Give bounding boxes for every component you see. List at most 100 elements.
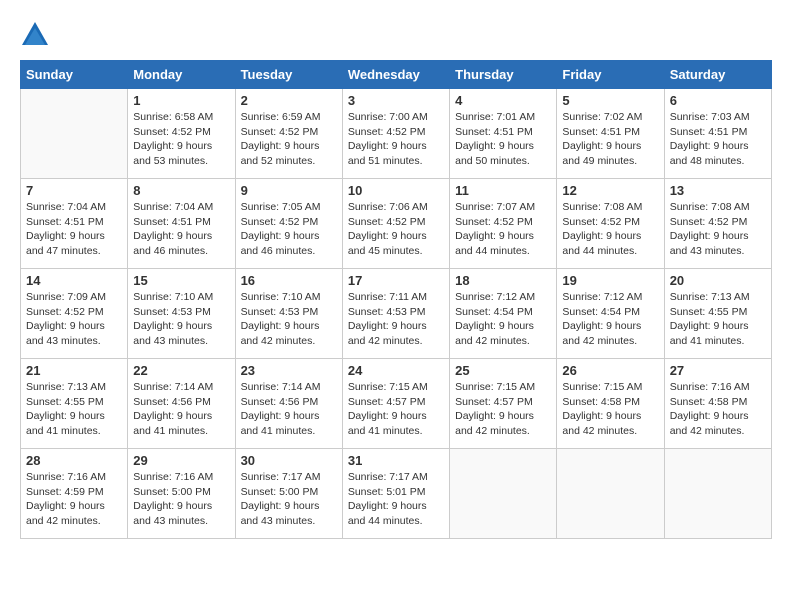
day-info: Sunrise: 7:16 AM Sunset: 5:00 PM Dayligh… [133, 470, 229, 529]
day-number: 16 [241, 273, 337, 288]
calendar-cell: 31 Sunrise: 7:17 AM Sunset: 5:01 PM Dayl… [342, 449, 449, 539]
calendar-cell: 24 Sunrise: 7:15 AM Sunset: 4:57 PM Dayl… [342, 359, 449, 449]
calendar-cell: 7 Sunrise: 7:04 AM Sunset: 4:51 PM Dayli… [21, 179, 128, 269]
day-info: Sunrise: 7:01 AM Sunset: 4:51 PM Dayligh… [455, 110, 551, 169]
page-header [20, 20, 772, 50]
calendar-cell: 17 Sunrise: 7:11 AM Sunset: 4:53 PM Dayl… [342, 269, 449, 359]
day-info: Sunrise: 7:15 AM Sunset: 4:57 PM Dayligh… [455, 380, 551, 439]
calendar-week-row: 7 Sunrise: 7:04 AM Sunset: 4:51 PM Dayli… [21, 179, 772, 269]
day-number: 15 [133, 273, 229, 288]
calendar-week-row: 1 Sunrise: 6:58 AM Sunset: 4:52 PM Dayli… [21, 89, 772, 179]
weekday-header: Monday [128, 61, 235, 89]
day-number: 23 [241, 363, 337, 378]
day-info: Sunrise: 7:05 AM Sunset: 4:52 PM Dayligh… [241, 200, 337, 259]
day-number: 20 [670, 273, 766, 288]
day-info: Sunrise: 7:12 AM Sunset: 4:54 PM Dayligh… [562, 290, 658, 349]
calendar-cell: 10 Sunrise: 7:06 AM Sunset: 4:52 PM Dayl… [342, 179, 449, 269]
calendar-cell: 18 Sunrise: 7:12 AM Sunset: 4:54 PM Dayl… [450, 269, 557, 359]
day-number: 9 [241, 183, 337, 198]
calendar-cell: 29 Sunrise: 7:16 AM Sunset: 5:00 PM Dayl… [128, 449, 235, 539]
day-info: Sunrise: 7:10 AM Sunset: 4:53 PM Dayligh… [241, 290, 337, 349]
calendar-week-row: 21 Sunrise: 7:13 AM Sunset: 4:55 PM Dayl… [21, 359, 772, 449]
weekday-header-row: SundayMondayTuesdayWednesdayThursdayFrid… [21, 61, 772, 89]
calendar-cell: 21 Sunrise: 7:13 AM Sunset: 4:55 PM Dayl… [21, 359, 128, 449]
day-info: Sunrise: 7:14 AM Sunset: 4:56 PM Dayligh… [133, 380, 229, 439]
day-number: 2 [241, 93, 337, 108]
calendar-cell: 4 Sunrise: 7:01 AM Sunset: 4:51 PM Dayli… [450, 89, 557, 179]
calendar-cell: 23 Sunrise: 7:14 AM Sunset: 4:56 PM Dayl… [235, 359, 342, 449]
day-number: 7 [26, 183, 122, 198]
day-number: 26 [562, 363, 658, 378]
day-number: 5 [562, 93, 658, 108]
day-number: 25 [455, 363, 551, 378]
calendar-cell: 15 Sunrise: 7:10 AM Sunset: 4:53 PM Dayl… [128, 269, 235, 359]
weekday-header: Saturday [664, 61, 771, 89]
day-number: 29 [133, 453, 229, 468]
calendar-cell [664, 449, 771, 539]
day-number: 8 [133, 183, 229, 198]
calendar-cell: 26 Sunrise: 7:15 AM Sunset: 4:58 PM Dayl… [557, 359, 664, 449]
calendar-cell: 12 Sunrise: 7:08 AM Sunset: 4:52 PM Dayl… [557, 179, 664, 269]
day-number: 6 [670, 93, 766, 108]
day-number: 31 [348, 453, 444, 468]
day-info: Sunrise: 7:06 AM Sunset: 4:52 PM Dayligh… [348, 200, 444, 259]
calendar-cell: 11 Sunrise: 7:07 AM Sunset: 4:52 PM Dayl… [450, 179, 557, 269]
day-info: Sunrise: 7:11 AM Sunset: 4:53 PM Dayligh… [348, 290, 444, 349]
day-number: 12 [562, 183, 658, 198]
day-info: Sunrise: 7:04 AM Sunset: 4:51 PM Dayligh… [133, 200, 229, 259]
day-info: Sunrise: 7:09 AM Sunset: 4:52 PM Dayligh… [26, 290, 122, 349]
day-info: Sunrise: 7:00 AM Sunset: 4:52 PM Dayligh… [348, 110, 444, 169]
day-info: Sunrise: 7:02 AM Sunset: 4:51 PM Dayligh… [562, 110, 658, 169]
day-info: Sunrise: 7:15 AM Sunset: 4:58 PM Dayligh… [562, 380, 658, 439]
day-number: 3 [348, 93, 444, 108]
day-info: Sunrise: 7:04 AM Sunset: 4:51 PM Dayligh… [26, 200, 122, 259]
day-number: 21 [26, 363, 122, 378]
day-number: 22 [133, 363, 229, 378]
day-info: Sunrise: 7:16 AM Sunset: 4:59 PM Dayligh… [26, 470, 122, 529]
day-info: Sunrise: 7:17 AM Sunset: 5:01 PM Dayligh… [348, 470, 444, 529]
weekday-header: Tuesday [235, 61, 342, 89]
day-number: 14 [26, 273, 122, 288]
logo-icon [20, 20, 50, 50]
day-info: Sunrise: 6:59 AM Sunset: 4:52 PM Dayligh… [241, 110, 337, 169]
day-info: Sunrise: 7:08 AM Sunset: 4:52 PM Dayligh… [670, 200, 766, 259]
calendar-cell: 8 Sunrise: 7:04 AM Sunset: 4:51 PM Dayli… [128, 179, 235, 269]
day-info: Sunrise: 6:58 AM Sunset: 4:52 PM Dayligh… [133, 110, 229, 169]
calendar-cell: 14 Sunrise: 7:09 AM Sunset: 4:52 PM Dayl… [21, 269, 128, 359]
calendar-cell: 20 Sunrise: 7:13 AM Sunset: 4:55 PM Dayl… [664, 269, 771, 359]
day-number: 27 [670, 363, 766, 378]
day-info: Sunrise: 7:17 AM Sunset: 5:00 PM Dayligh… [241, 470, 337, 529]
calendar-cell [450, 449, 557, 539]
calendar-cell: 1 Sunrise: 6:58 AM Sunset: 4:52 PM Dayli… [128, 89, 235, 179]
day-number: 11 [455, 183, 551, 198]
calendar-cell: 19 Sunrise: 7:12 AM Sunset: 4:54 PM Dayl… [557, 269, 664, 359]
day-info: Sunrise: 7:13 AM Sunset: 4:55 PM Dayligh… [670, 290, 766, 349]
calendar-cell: 28 Sunrise: 7:16 AM Sunset: 4:59 PM Dayl… [21, 449, 128, 539]
calendar-week-row: 14 Sunrise: 7:09 AM Sunset: 4:52 PM Dayl… [21, 269, 772, 359]
day-info: Sunrise: 7:14 AM Sunset: 4:56 PM Dayligh… [241, 380, 337, 439]
logo [20, 20, 54, 50]
day-info: Sunrise: 7:03 AM Sunset: 4:51 PM Dayligh… [670, 110, 766, 169]
day-info: Sunrise: 7:15 AM Sunset: 4:57 PM Dayligh… [348, 380, 444, 439]
day-number: 24 [348, 363, 444, 378]
calendar-cell: 9 Sunrise: 7:05 AM Sunset: 4:52 PM Dayli… [235, 179, 342, 269]
calendar-cell: 16 Sunrise: 7:10 AM Sunset: 4:53 PM Dayl… [235, 269, 342, 359]
calendar-cell: 25 Sunrise: 7:15 AM Sunset: 4:57 PM Dayl… [450, 359, 557, 449]
calendar-cell [557, 449, 664, 539]
day-number: 4 [455, 93, 551, 108]
day-number: 19 [562, 273, 658, 288]
calendar-cell: 3 Sunrise: 7:00 AM Sunset: 4:52 PM Dayli… [342, 89, 449, 179]
day-info: Sunrise: 7:16 AM Sunset: 4:58 PM Dayligh… [670, 380, 766, 439]
day-number: 13 [670, 183, 766, 198]
calendar-cell: 22 Sunrise: 7:14 AM Sunset: 4:56 PM Dayl… [128, 359, 235, 449]
day-info: Sunrise: 7:07 AM Sunset: 4:52 PM Dayligh… [455, 200, 551, 259]
day-number: 17 [348, 273, 444, 288]
calendar-cell: 27 Sunrise: 7:16 AM Sunset: 4:58 PM Dayl… [664, 359, 771, 449]
calendar-cell: 2 Sunrise: 6:59 AM Sunset: 4:52 PM Dayli… [235, 89, 342, 179]
day-info: Sunrise: 7:13 AM Sunset: 4:55 PM Dayligh… [26, 380, 122, 439]
day-number: 10 [348, 183, 444, 198]
calendar-week-row: 28 Sunrise: 7:16 AM Sunset: 4:59 PM Dayl… [21, 449, 772, 539]
day-info: Sunrise: 7:10 AM Sunset: 4:53 PM Dayligh… [133, 290, 229, 349]
day-number: 28 [26, 453, 122, 468]
day-number: 1 [133, 93, 229, 108]
